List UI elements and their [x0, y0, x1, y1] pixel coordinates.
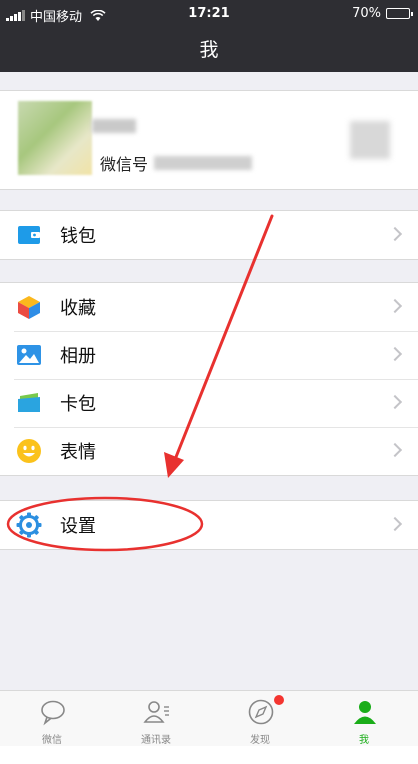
status-right: 70%	[352, 6, 413, 21]
discover-icon	[248, 699, 274, 725]
status-bar: 中国移动 17:21 70%	[0, 0, 418, 28]
page-title: 我	[199, 39, 219, 61]
qr-code-icon[interactable]	[350, 121, 390, 159]
tab-discover[interactable]: 发现	[208, 691, 312, 747]
card-icon	[18, 393, 40, 412]
settings-icon	[16, 512, 42, 538]
chevron-right-icon	[387, 346, 403, 362]
avatar[interactable]	[18, 101, 92, 175]
chevron-right-icon	[387, 516, 403, 532]
menu-item-label: 钱包	[60, 226, 96, 247]
wechat-id-redacted	[154, 156, 253, 170]
nav-bar: 我	[0, 28, 418, 72]
menu-item-album[interactable]: 相册	[0, 331, 418, 379]
contacts-icon	[143, 701, 169, 723]
menu-item-card[interactable]: 卡包	[0, 379, 418, 427]
menu-group-main: 收藏 相册 卡包 表情	[0, 282, 418, 476]
me-icon	[354, 701, 376, 724]
album-icon	[17, 345, 41, 365]
chevron-right-icon	[387, 226, 403, 242]
wechat-id-label: 微信号	[100, 155, 149, 174]
menu-item-label: 收藏	[60, 298, 96, 319]
favorites-icon	[18, 296, 40, 319]
menu-item-label: 表情	[60, 442, 96, 463]
tab-label: 我	[359, 735, 369, 746]
profile-card[interactable]: 微信号	[0, 90, 418, 190]
menu-item-label: 卡包	[60, 394, 96, 415]
menu-group-wallet: 钱包	[0, 210, 418, 260]
tab-bar: 微信 通讯录 发现 我	[0, 690, 418, 746]
menu-group-settings: 设置	[0, 500, 418, 550]
menu-item-wallet[interactable]: 钱包	[0, 211, 418, 259]
tab-label: 发现	[250, 735, 270, 746]
bottom-strip	[0, 746, 418, 764]
nickname-redacted	[92, 119, 136, 133]
chevron-right-icon	[387, 298, 403, 314]
menu-item-label: 设置	[60, 516, 96, 537]
wallet-icon	[18, 226, 40, 244]
chevron-right-icon	[387, 394, 403, 410]
menu-item-settings[interactable]: 设置	[0, 501, 418, 549]
battery-percent: 70%	[352, 6, 381, 21]
notification-badge	[274, 695, 284, 705]
tab-me[interactable]: 我	[312, 691, 416, 747]
menu-item-label: 相册	[60, 346, 96, 367]
sticker-icon	[17, 439, 41, 463]
wechat-id: 微信号	[100, 151, 253, 175]
tab-label: 通讯录	[141, 735, 171, 746]
menu-item-favorites[interactable]: 收藏	[0, 283, 418, 331]
chevron-right-icon	[387, 442, 403, 458]
battery-icon	[386, 8, 413, 19]
tab-chats[interactable]: 微信	[0, 691, 104, 747]
tab-label: 微信	[42, 735, 62, 746]
menu-item-sticker[interactable]: 表情	[0, 427, 418, 475]
tab-contacts[interactable]: 通讯录	[104, 691, 208, 747]
chat-icon	[41, 700, 65, 726]
